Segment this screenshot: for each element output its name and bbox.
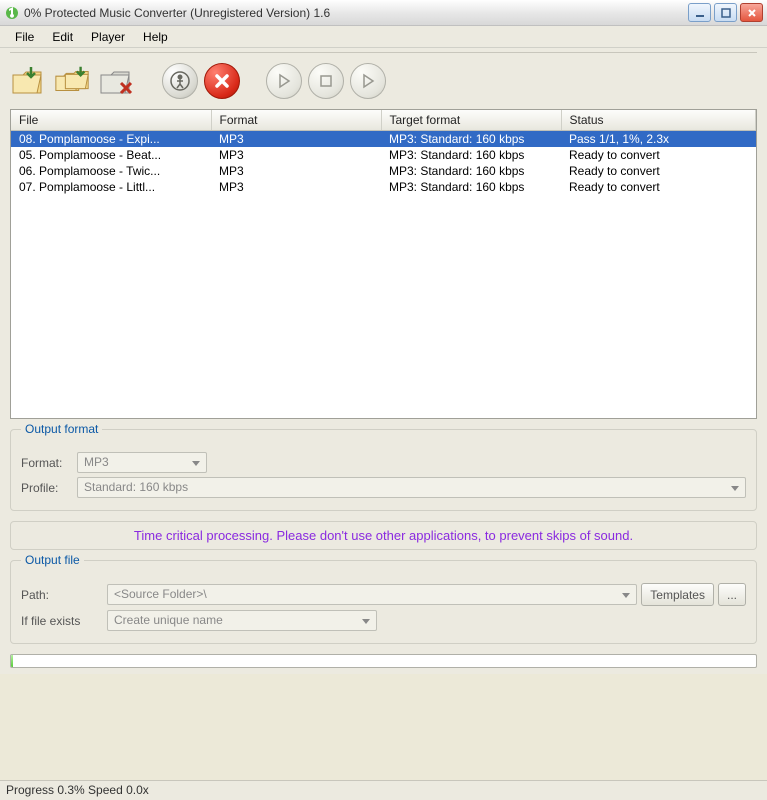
separator bbox=[10, 52, 757, 53]
table-row[interactable]: 07. Pomplamoose - Littl...MP3MP3: Standa… bbox=[11, 179, 756, 195]
cell-status: Ready to convert bbox=[561, 147, 756, 163]
if-exists-label: If file exists bbox=[21, 614, 107, 628]
title-bar: 0% Protected Music Converter (Unregister… bbox=[0, 0, 767, 26]
if-exists-combo[interactable]: Create unique name bbox=[107, 610, 377, 631]
cell-format: MP3 bbox=[211, 179, 381, 195]
stop-convert-button[interactable] bbox=[204, 63, 240, 99]
close-button[interactable] bbox=[740, 3, 763, 22]
cell-format: MP3 bbox=[211, 131, 381, 148]
menu-file[interactable]: File bbox=[6, 28, 43, 46]
cell-file: 07. Pomplamoose - Littl... bbox=[11, 179, 211, 195]
progress-bar bbox=[10, 654, 757, 668]
toolbar bbox=[10, 59, 757, 103]
table-row[interactable]: 05. Pomplamoose - Beat...MP3MP3: Standar… bbox=[11, 147, 756, 163]
cell-target: MP3: Standard: 160 kbps bbox=[381, 163, 561, 179]
table-row[interactable]: 08. Pomplamoose - Expi...MP3MP3: Standar… bbox=[11, 131, 756, 148]
app-icon bbox=[4, 5, 20, 21]
output-file-title: Output file bbox=[21, 553, 84, 567]
stop-play-button[interactable] bbox=[308, 63, 344, 99]
path-combo[interactable]: <Source Folder>\ bbox=[107, 584, 637, 605]
table-row[interactable]: 06. Pomplamoose - Twic...MP3MP3: Standar… bbox=[11, 163, 756, 179]
templates-button[interactable]: Templates bbox=[641, 583, 714, 606]
warning-message: Time critical processing. Please don't u… bbox=[10, 521, 757, 550]
cell-target: MP3: Standard: 160 kbps bbox=[381, 147, 561, 163]
cell-file: 05. Pomplamoose - Beat... bbox=[11, 147, 211, 163]
maximize-button[interactable] bbox=[714, 3, 737, 22]
cell-file: 08. Pomplamoose - Expi... bbox=[11, 131, 211, 148]
cell-status: Ready to convert bbox=[561, 163, 756, 179]
menu-edit[interactable]: Edit bbox=[43, 28, 82, 46]
cell-format: MP3 bbox=[211, 147, 381, 163]
menu-player[interactable]: Player bbox=[82, 28, 134, 46]
add-file-button[interactable] bbox=[10, 62, 48, 100]
col-status[interactable]: Status bbox=[561, 110, 756, 131]
play-converted-button[interactable] bbox=[350, 63, 386, 99]
status-bar: Progress 0.3% Speed 0.0x bbox=[0, 780, 767, 800]
minimize-button[interactable] bbox=[688, 3, 711, 22]
remove-button[interactable] bbox=[98, 62, 136, 100]
path-label: Path: bbox=[21, 588, 77, 602]
cell-file: 06. Pomplamoose - Twic... bbox=[11, 163, 211, 179]
browse-button[interactable]: ... bbox=[718, 583, 746, 606]
progress-bar-fill bbox=[11, 655, 13, 667]
table-header-row: File Format Target format Status bbox=[11, 110, 756, 131]
window-buttons bbox=[688, 3, 763, 22]
menu-bar: File Edit Player Help bbox=[0, 26, 767, 48]
format-combo[interactable]: MP3 bbox=[77, 452, 207, 473]
add-folder-button[interactable] bbox=[54, 62, 92, 100]
convert-button[interactable] bbox=[162, 63, 198, 99]
cell-status: Pass 1/1, 1%, 2.3x bbox=[561, 131, 756, 148]
output-file-group: Output file Path: <Source Folder>\ Templ… bbox=[10, 560, 757, 644]
cell-status: Ready to convert bbox=[561, 179, 756, 195]
profile-combo[interactable]: Standard: 160 kbps bbox=[77, 477, 746, 498]
window-title: 0% Protected Music Converter (Unregister… bbox=[24, 6, 688, 20]
file-list[interactable]: File Format Target format Status 08. Pom… bbox=[10, 109, 757, 419]
menu-help[interactable]: Help bbox=[134, 28, 177, 46]
col-format[interactable]: Format bbox=[211, 110, 381, 131]
output-format-title: Output format bbox=[21, 422, 102, 436]
cell-format: MP3 bbox=[211, 163, 381, 179]
profile-label: Profile: bbox=[21, 481, 77, 495]
output-format-group: Output format Format: MP3 Profile: Stand… bbox=[10, 429, 757, 511]
format-label: Format: bbox=[21, 456, 77, 470]
content-area: File Format Target format Status 08. Pom… bbox=[0, 48, 767, 674]
cell-target: MP3: Standard: 160 kbps bbox=[381, 131, 561, 148]
cell-target: MP3: Standard: 160 kbps bbox=[381, 179, 561, 195]
col-file[interactable]: File bbox=[11, 110, 211, 131]
col-target[interactable]: Target format bbox=[381, 110, 561, 131]
play-button[interactable] bbox=[266, 63, 302, 99]
